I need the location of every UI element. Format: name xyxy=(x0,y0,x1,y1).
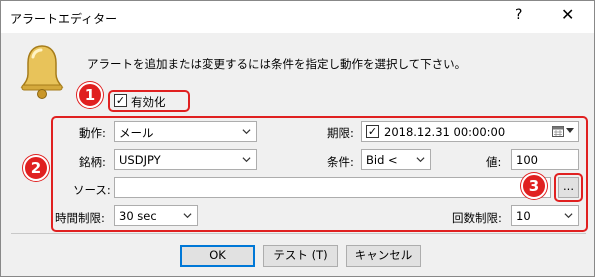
test-button[interactable]: テスト (T) xyxy=(263,245,338,267)
action-value: メール xyxy=(119,126,154,140)
close-button[interactable]: ✕ xyxy=(561,5,574,24)
expiry-label: 期限: xyxy=(327,126,354,140)
enable-checkbox[interactable]: ✓ xyxy=(114,94,127,107)
source-label: ソース: xyxy=(73,183,111,197)
interval-value: 30 sec xyxy=(119,209,157,223)
action-label: 動作: xyxy=(79,126,106,140)
divider xyxy=(11,233,586,234)
badge-2: 2 xyxy=(23,155,49,181)
expiry-checkbox[interactable]: ✓ xyxy=(366,125,379,138)
chevron-down-icon xyxy=(416,157,425,163)
action-select[interactable]: メール xyxy=(114,121,257,142)
calendar-icon[interactable] xyxy=(552,126,564,137)
window-title: アラートエディター xyxy=(10,12,118,26)
count-label: 回数制限: xyxy=(452,211,502,225)
ok-button[interactable]: OK xyxy=(180,245,255,267)
expiry-value: 2018.12.31 00:00:00 xyxy=(384,125,506,139)
interval-select[interactable]: 30 sec xyxy=(114,205,198,226)
badge-3: 3 xyxy=(521,173,547,199)
chevron-down-icon xyxy=(566,128,574,133)
value-input[interactable]: 100 xyxy=(511,149,579,170)
alert-editor-dialog: アラートエディター ? ✕ アラートを追加または変更するには条件を指定し動作を選… xyxy=(0,0,595,277)
count-value: 10 xyxy=(516,209,531,223)
chevron-down-icon xyxy=(242,129,251,135)
interval-label: 時間制限: xyxy=(55,211,105,225)
condition-select[interactable]: Bid < xyxy=(361,149,431,170)
highlight-box-3 xyxy=(554,173,583,202)
symbol-select[interactable]: USDJPY xyxy=(114,149,257,170)
condition-value: Bid < xyxy=(366,153,398,167)
chevron-down-icon xyxy=(183,213,192,219)
description-text: アラートを追加または変更するには条件を指定し動作を選択して下さい。 xyxy=(87,57,467,71)
value-label: 値: xyxy=(486,155,502,169)
bell-icon xyxy=(20,45,64,99)
source-input[interactable] xyxy=(114,177,551,198)
enable-label: 有効化 xyxy=(131,95,166,109)
count-select[interactable]: 10 xyxy=(511,205,579,226)
badge-1: 1 xyxy=(77,82,103,108)
expiry-datetime[interactable]: ✓ 2018.12.31 00:00:00 xyxy=(361,121,579,142)
chevron-down-icon xyxy=(242,157,251,163)
symbol-label: 銘柄: xyxy=(79,155,106,169)
help-button[interactable]: ? xyxy=(515,7,522,23)
title-bar: アラートエディター ? ✕ xyxy=(1,1,594,33)
chevron-down-icon xyxy=(564,213,573,219)
symbol-value: USDJPY xyxy=(119,153,161,167)
condition-label: 条件: xyxy=(327,155,354,169)
cancel-button[interactable]: キャンセル xyxy=(346,245,421,267)
